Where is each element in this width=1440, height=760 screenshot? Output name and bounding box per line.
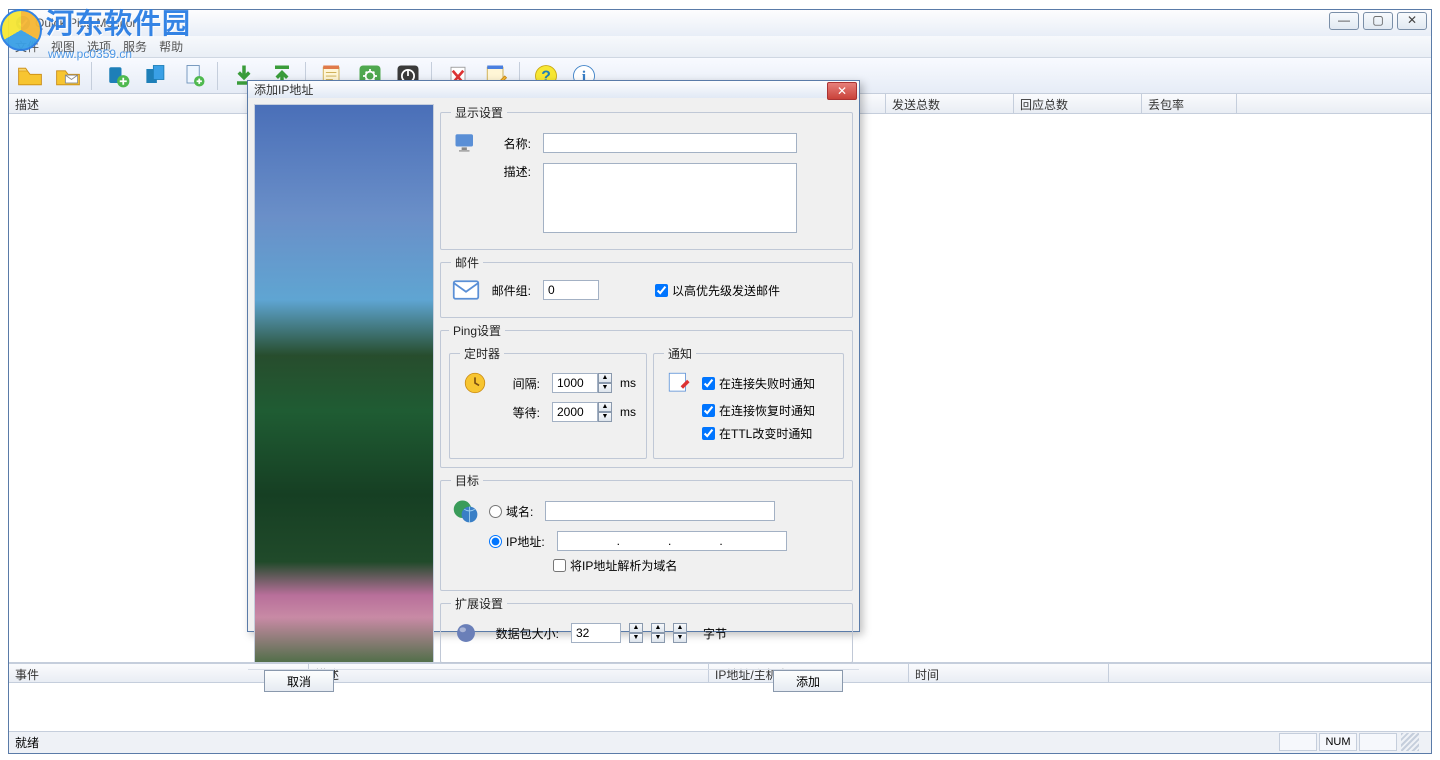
add-host-icon[interactable]: [101, 60, 135, 92]
note-icon: [666, 370, 692, 396]
dialog-footer: 取消 添加: [248, 669, 859, 692]
desc-textarea[interactable]: [543, 163, 797, 233]
menu-file[interactable]: 文件: [15, 38, 39, 55]
close-button[interactable]: ✕: [1397, 12, 1427, 30]
resize-grip[interactable]: [1401, 733, 1419, 751]
add-page-icon[interactable]: [177, 60, 211, 92]
mail-folder-icon[interactable]: [51, 60, 85, 92]
menu-help[interactable]: 帮助: [159, 38, 183, 55]
monitor-icon: [452, 129, 480, 157]
col-event-time[interactable]: 时间: [909, 664, 1109, 682]
fieldset-ping: Ping设置 定时器 间隔: ▲▼ ms 等待: ▲▼: [440, 322, 853, 468]
status-seg1: [1279, 733, 1317, 751]
dialog-decorative-image: [254, 104, 434, 663]
interval-up[interactable]: ▲: [598, 373, 612, 383]
resolve-checkbox[interactable]: 将IP地址解析为域名: [553, 557, 677, 574]
dialog-close-button[interactable]: ✕: [827, 82, 857, 100]
fieldset-notify: 通知 在连接失败时通知 在连接恢复时通知 在TTL改变时通知: [653, 345, 844, 459]
app-icon: [15, 15, 31, 31]
status-seg3: [1359, 733, 1397, 751]
size-up2[interactable]: ▲: [651, 623, 665, 633]
col-recv[interactable]: 回应总数: [1014, 94, 1142, 113]
wait-label: 等待:: [498, 404, 540, 421]
size-up3[interactable]: ▲: [673, 623, 687, 633]
wait-input[interactable]: [552, 402, 598, 422]
sphere-icon: [453, 620, 479, 646]
col-loss[interactable]: 丢包率: [1142, 94, 1237, 113]
size-down3[interactable]: ▼: [673, 633, 687, 643]
size-down2[interactable]: ▼: [651, 633, 665, 643]
minimize-button[interactable]: —: [1329, 12, 1359, 30]
mail-group-label: 邮件组:: [489, 282, 531, 299]
size-down1[interactable]: ▼: [629, 633, 643, 643]
mail-icon: [452, 279, 480, 301]
maximize-button[interactable]: ▢: [1363, 12, 1393, 30]
status-ready: 就绪: [15, 734, 39, 751]
add-button[interactable]: 添加: [773, 670, 843, 692]
desc-label: 描述:: [489, 163, 531, 180]
domain-input[interactable]: [545, 501, 775, 521]
cancel-button[interactable]: 取消: [264, 670, 334, 692]
mail-group-input[interactable]: [543, 280, 599, 300]
open-folder-icon[interactable]: [13, 60, 47, 92]
dialog-title: 添加IP地址: [254, 81, 313, 98]
interval-input[interactable]: [552, 373, 598, 393]
fieldset-timer: 定时器 间隔: ▲▼ ms 等待: ▲▼ ms: [449, 345, 647, 459]
fieldset-display: 显示设置 名称: 描述:: [440, 104, 853, 250]
packet-size-label: 数据包大小:: [489, 625, 559, 642]
size-up1[interactable]: ▲: [629, 623, 643, 633]
titlebar[interactable]: Quick Ping Monitor — ▢ ✕: [9, 10, 1431, 36]
interval-label: 间隔:: [498, 375, 540, 392]
notify-ttl-checkbox[interactable]: 在TTL改变时通知: [702, 425, 812, 442]
dialog-titlebar[interactable]: 添加IP地址 ✕: [248, 81, 859, 98]
col-extra[interactable]: [1237, 94, 1431, 113]
add-ip-dialog: 添加IP地址 ✕ 显示设置 名称: 描述: 邮件: [247, 80, 860, 632]
status-num: NUM: [1319, 733, 1357, 751]
mail-priority-checkbox[interactable]: 以高优先级发送邮件: [655, 282, 780, 299]
ms-unit: ms: [620, 376, 636, 390]
menubar: 文件 视图 选项 服务 帮助: [9, 36, 1431, 58]
notify-fail-checkbox[interactable]: 在连接失败时通知: [702, 375, 815, 392]
name-label: 名称:: [489, 135, 531, 152]
domain-radio[interactable]: 域名:: [489, 503, 533, 520]
menu-options[interactable]: 选项: [87, 38, 111, 55]
col-sent[interactable]: 发送总数: [886, 94, 1014, 113]
name-input[interactable]: [543, 133, 797, 153]
notify-recover-checkbox[interactable]: 在连接恢复时通知: [702, 402, 815, 419]
fieldset-extended: 扩展设置 数据包大小: ▲▼ ▲▼ ▲▼ 字节: [440, 595, 853, 663]
ip-radio[interactable]: IP地址:: [489, 533, 545, 550]
ip-input[interactable]: [557, 531, 787, 551]
fieldset-mail: 邮件 邮件组: 以高优先级发送邮件: [440, 254, 853, 318]
statusbar: 就绪 NUM: [9, 731, 1431, 753]
menu-view[interactable]: 视图: [51, 38, 75, 55]
bytes-unit: 字节: [703, 625, 727, 642]
packet-size-input[interactable]: [571, 623, 621, 643]
col-event-extra[interactable]: [1109, 664, 1431, 682]
fieldset-target: 目标 域名: IP地址: 将IP地址解析为域名: [440, 472, 853, 591]
wait-down[interactable]: ▼: [598, 412, 612, 422]
wait-up[interactable]: ▲: [598, 402, 612, 412]
interval-down[interactable]: ▼: [598, 383, 612, 393]
ms-unit2: ms: [620, 405, 636, 419]
globe-icon: [452, 497, 480, 525]
window-title: Quick Ping Monitor: [35, 16, 136, 30]
clock-icon: [462, 370, 488, 396]
copy-host-icon[interactable]: [139, 60, 173, 92]
menu-service[interactable]: 服务: [123, 38, 147, 55]
